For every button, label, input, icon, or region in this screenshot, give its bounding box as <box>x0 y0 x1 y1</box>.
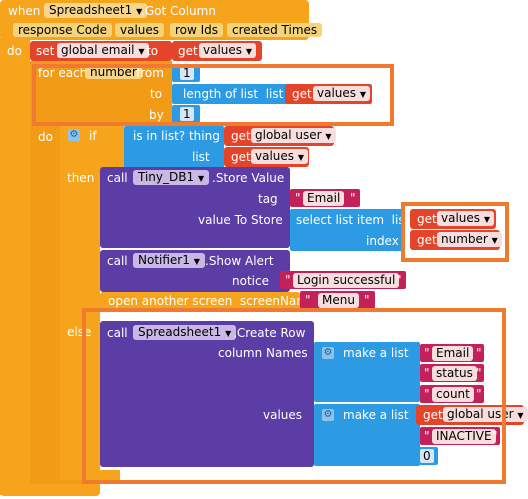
quote-close-3: " <box>364 293 370 307</box>
gear-icon[interactable]: ⚙ <box>68 129 80 141</box>
event-name: .Got Column <box>141 4 216 18</box>
if-label: if <box>89 129 97 143</box>
quote-open: " <box>295 191 301 205</box>
chevron-down-icon: ▼ <box>197 174 205 183</box>
call-label-2: call <box>107 254 128 268</box>
set-to-label: to <box>146 44 159 58</box>
param-row-ids[interactable]: row Ids <box>170 23 224 37</box>
event-bottom <box>0 484 100 496</box>
when-label: when <box>8 4 41 18</box>
values-dropdown-3[interactable]: values ▼ <box>251 149 309 164</box>
chevron-down-icon: ▼ <box>297 153 305 162</box>
select-list-item-label: select list item list <box>296 213 410 227</box>
quote-open-2: " <box>285 273 291 287</box>
highlight-box-for-each <box>32 64 394 126</box>
highlight-box-get-values <box>401 202 509 262</box>
quote-open-3: " <box>305 293 311 307</box>
global-user-dropdown[interactable]: global user ▼ <box>251 128 336 143</box>
set-var-dropdown[interactable]: global email ▼ <box>57 43 149 58</box>
get-label-3: get <box>231 129 251 143</box>
notifier-dropdown[interactable]: Notifier1 ▼ <box>133 253 205 268</box>
param-response-code[interactable]: response Code <box>13 23 113 37</box>
then-label: then <box>67 171 95 185</box>
chevron-down-icon: ▼ <box>138 47 145 56</box>
param-created-times[interactable]: created Times <box>227 23 323 37</box>
tinydb-dropdown[interactable]: Tiny_DB1 ▼ <box>133 170 210 185</box>
quote-close: " <box>350 191 356 205</box>
notice-label: notice <box>232 274 269 288</box>
set-label: set <box>36 44 55 58</box>
alert-method: .Show Alert <box>205 254 274 268</box>
notice-text-value[interactable]: Login successful <box>293 273 400 288</box>
store-method: .Store Value <box>212 171 285 185</box>
for-do-label: do <box>38 130 53 144</box>
get-label-4: get <box>231 150 251 164</box>
open-screen-label: open another screen screenName <box>108 294 316 308</box>
do-label: do <box>7 44 22 58</box>
quote-close-2: " <box>396 273 402 287</box>
list-label: list <box>192 150 210 164</box>
index-label: index <box>366 234 399 248</box>
call-label: call <box>107 171 128 185</box>
highlight-box-create-row <box>82 308 506 484</box>
tag-text-value[interactable]: Email <box>303 191 345 206</box>
chevron-down-icon: ▼ <box>325 132 332 141</box>
for-each-body-rail <box>30 120 60 482</box>
param-values[interactable]: values <box>115 23 165 37</box>
event-body-rail <box>0 38 30 495</box>
get-var-dropdown[interactable]: values ▼ <box>199 43 257 58</box>
tag-label: tag <box>258 192 278 206</box>
chevron-down-icon: ▼ <box>245 47 253 56</box>
screen-name-value[interactable]: Menu <box>318 293 359 308</box>
get-label: get <box>178 44 198 58</box>
chevron-down-icon: ▼ <box>517 411 524 420</box>
is-in-list-label: is in list? thing <box>133 129 220 143</box>
chevron-down-icon: ▼ <box>193 257 200 266</box>
component-dropdown[interactable]: Spreadsheet1 ▼ <box>44 3 148 18</box>
value-to-store-label: value To Store <box>198 213 283 227</box>
